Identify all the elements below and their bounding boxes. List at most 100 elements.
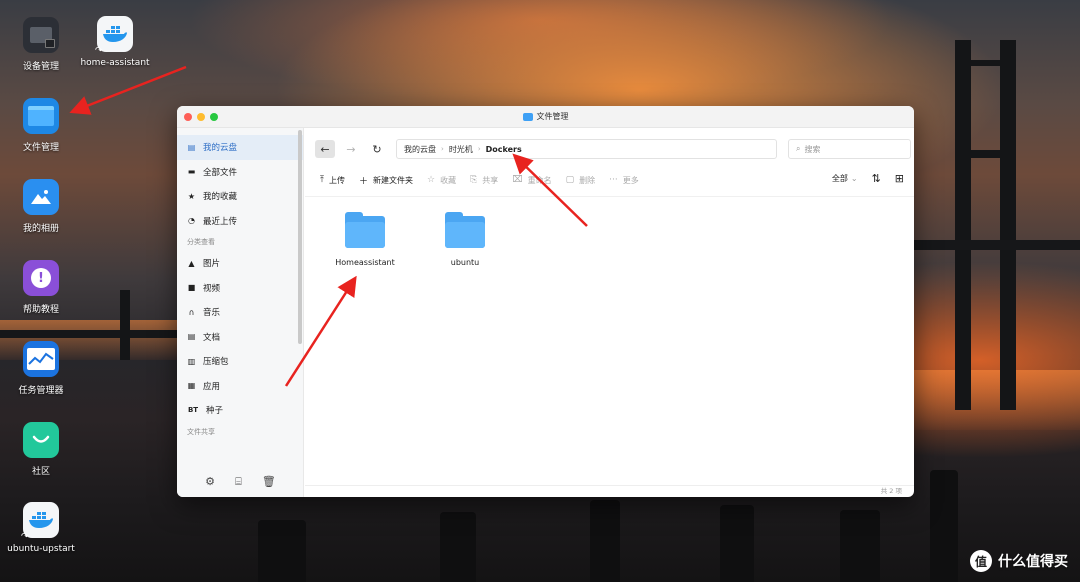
delete-label: 删除 [579,175,596,185]
breadcrumb-item-current[interactable]: Dockers [486,145,522,154]
sidebar-item-apps[interactable]: ▦ 应用 [177,374,303,399]
forward-button[interactable]: → [341,140,361,158]
window-title: 文件管理 [522,111,569,122]
new-folder-button[interactable]: ＋ 新建文件夹 [359,174,413,187]
bridge-deck-left [0,330,177,338]
arrow-left-icon: ← [320,142,330,156]
window-title-text: 文件管理 [536,112,569,121]
tools-icon[interactable]: ⌸ [235,475,242,489]
shortcut-arrow-icon: ↷ [95,46,103,56]
desktop-icon-device-manager[interactable]: 设备管理 [0,17,82,72]
sidebar-item-torrents[interactable]: BT 种子 [177,398,303,423]
all-files-icon: ▬ [187,167,196,177]
sidebar-item-documents[interactable]: ▤ 文档 [177,325,303,350]
sidebar-item-music[interactable]: ∩ 音乐 [177,300,303,325]
sidebar-section-category: 分类查看 [187,238,215,246]
breadcrumb: 我的云盘 › 时光机 › Dockers [396,139,777,159]
sidebar-item-label: 我的收藏 [203,192,238,203]
more-button[interactable]: ··· 更多 [609,175,639,186]
pier [930,470,958,582]
folder-icon [445,212,485,248]
folder-name: ubuntu [450,258,480,267]
folder-item[interactable]: ubuntu [425,212,505,267]
share-label: 共享 [482,175,499,185]
desktop-icon-help[interactable]: ! 帮助教程 [0,260,82,315]
breadcrumb-item[interactable]: 时光机 [449,144,473,155]
share-button[interactable]: ⎘ 共享 [470,175,498,186]
bridge-tower-right [955,40,971,410]
pier [840,510,880,582]
rename-icon: ⌧ [512,175,523,185]
watermark: 值 什么值得买 [970,550,1068,572]
device-manager-icon [23,17,59,53]
bridge-deck-right [914,240,1080,250]
sidebar-item-favorites[interactable]: ★ 我的收藏 [177,184,303,209]
delete-button[interactable]: ▢ 删除 [566,175,596,186]
upload-icon: ⤒ [320,175,324,185]
cloud-drive-icon: ▤ [187,142,196,152]
desktop-icon-ubuntu-upstart[interactable]: ↷ ubuntu-upstart [0,502,82,554]
more-label: 更多 [622,175,639,185]
filter-dropdown[interactable]: 全部 ⌄ [832,173,858,184]
sidebar-scrollbar[interactable] [298,130,302,344]
more-dots-icon: ··· [609,175,618,185]
grid-view-icon[interactable]: ⊞ [895,172,904,185]
sidebar-item-label: 视频 [203,283,221,294]
sidebar-item-label: 音乐 [203,308,221,319]
document-icon: ▤ [187,332,196,342]
sidebar-item-label: 种子 [206,406,224,417]
sidebar-item-archives[interactable]: ▥ 压缩包 [177,349,303,374]
settings-icon[interactable]: ⚙ [205,475,215,489]
sort-icon[interactable]: ⇅ [872,172,881,185]
desktop-icon-file-manager[interactable]: 文件管理 [0,98,82,153]
new-folder-label: 新建文件夹 [373,175,413,185]
favorite-button[interactable]: ☆ 收藏 [427,175,456,186]
sidebar-item-images[interactable]: ▲ 图片 [177,251,303,276]
navigation-bar: ← → ↻ 我的云盘 › 时光机 › Dockers ⌕ 搜索 [305,128,914,170]
sidebar-item-my-cloud[interactable]: ▤ 我的云盘 [177,135,303,160]
desktop-icon-label: ubuntu-upstart [7,544,75,554]
maximize-window-button[interactable] [210,113,218,121]
rename-button[interactable]: ⌧ 重命名 [512,175,551,186]
desktop-icon-label: 任务管理器 [18,386,64,396]
plus-icon: ＋ [358,176,368,187]
trash-icon[interactable]: 🗑︎ [262,475,276,489]
minimize-window-button[interactable] [197,113,205,121]
sidebar-item-all-files[interactable]: ▬ 全部文件 [177,160,303,185]
folder-icon [345,212,385,248]
arrow-right-icon: → [346,142,356,156]
sidebar-item-label: 应用 [203,381,221,392]
search-placeholder: 搜索 [804,144,821,154]
desktop-icon-community[interactable]: 社区 [0,422,82,477]
divider [305,196,914,197]
headphones-icon: ∩ [188,307,195,317]
search-input[interactable]: ⌕ 搜索 [788,139,911,159]
toolbar: ⤒ 上传 ＋ 新建文件夹 ☆ 收藏 ⎘ 共享 ⌧ 重命名 ▢ 删除 ··· 更多 [305,170,914,190]
desktop-icon-task-manager[interactable]: 任务管理器 [0,341,82,396]
back-button[interactable]: ← [315,140,335,158]
upload-button[interactable]: ⤒ 上传 [320,175,345,186]
folder-item[interactable]: Homeassistant [325,212,405,267]
desktop-icon-label: home-assistant [80,58,150,68]
desktop-icon-label: 设备管理 [22,62,59,72]
clock-icon: ◔ [188,216,195,226]
pier [258,520,306,582]
bridge-tower-crossbar-2 [955,60,1016,66]
refresh-button[interactable]: ↻ [367,140,387,158]
close-window-button[interactable] [184,113,192,121]
window-titlebar[interactable]: 文件管理 [177,106,914,128]
chevron-down-icon: ⌄ [850,174,858,183]
annotation-arrow [69,65,187,115]
sidebar-item-videos[interactable]: ■ 视频 [177,276,303,301]
desktop-icon-home-assistant[interactable]: ↷ home-assistant [74,16,156,68]
desktop-icon-photo-album[interactable]: 我的相册 [0,179,82,234]
desktop-icon-label: 社区 [31,467,50,477]
breadcrumb-item[interactable]: 我的云盘 [404,144,436,155]
status-bar: 共 2 项 [305,485,914,497]
favorite-label: 收藏 [440,175,457,185]
sidebar-item-label: 我的云盘 [203,143,238,154]
sidebar-item-recent-uploads[interactable]: ◔ 最近上传 [177,209,303,234]
filter-label: 全部 [831,174,848,183]
watermark-text: 什么值得买 [998,554,1068,570]
sidebar-item-label: 全部文件 [203,167,238,178]
